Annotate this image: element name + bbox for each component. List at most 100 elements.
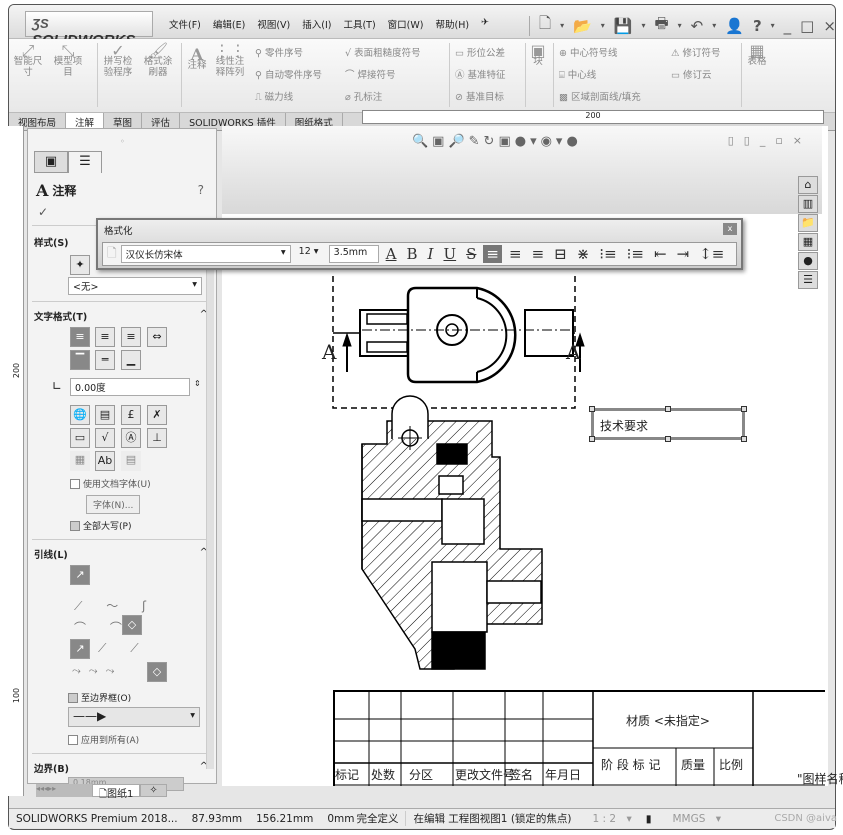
section-label-right[interactable]: A (566, 340, 580, 364)
bom-link-button[interactable]: ▤ (95, 405, 115, 425)
all-caps-checkbox[interactable]: 全部大写(P) (70, 519, 131, 532)
decrease-indent-button[interactable]: ⇤ (651, 245, 670, 263)
close-button[interactable]: × (823, 17, 835, 35)
note-button[interactable]: A 注释 (185, 47, 209, 72)
straight-leader-button[interactable]: ↗ (70, 639, 90, 659)
insert-tolerance-button[interactable]: ▭ (70, 428, 90, 448)
panel-scrollbar[interactable] (206, 269, 214, 769)
strikethrough-button[interactable]: S (463, 245, 479, 263)
use-doc-font-checkbox[interactable]: 使用文档字体(U) (70, 477, 151, 490)
status-editing[interactable]: 在编辑 工程图视图1 (锁定的焦点) (405, 811, 578, 826)
linear-note-pattern-button[interactable]: ⋮⋮ 线性注释阵列 (213, 43, 247, 79)
library-icon[interactable]: ▥ (798, 195, 818, 213)
align-center-button[interactable]: ≡ (95, 327, 115, 347)
revision-cloud-button[interactable]: ▭ 修订云 (671, 67, 712, 81)
underline-button[interactable]: U (440, 245, 459, 263)
pin-icon[interactable]: ✈ (481, 17, 489, 31)
font-button[interactable]: 字体(N)... (86, 495, 141, 514)
font-color-button[interactable]: A (383, 245, 400, 263)
increase-indent-button[interactable]: ⇥ (674, 245, 693, 263)
apply-all-checkbox[interactable]: 应用到所有(A) (68, 733, 139, 746)
surface-finish-button[interactable]: √ 表面粗糙度符号 (345, 45, 421, 59)
datum-target-button[interactable]: ⊘ 基准目标 (455, 89, 504, 103)
leader-option-button[interactable]: ◇ (122, 615, 142, 635)
status-units[interactable]: MMGS ▾ (659, 813, 729, 825)
sheet-nav-buttons[interactable]: ◂◂◂▸▸ (36, 784, 92, 797)
fit-text-button[interactable]: ⊟ (551, 245, 570, 263)
note-textbox[interactable]: 技术要求 (589, 406, 747, 442)
hole-button[interactable]: ▦ (70, 451, 90, 471)
angle-spinner[interactable]: ⇕ (194, 379, 201, 388)
centerline-button[interactable]: ⌸ 中心线 (559, 67, 596, 81)
block-button[interactable]: ▣ 块 (529, 43, 547, 68)
solidworks-logo[interactable]: ƷS SOLIDWORKS (25, 11, 153, 49)
format-painter-button[interactable]: 🖌 格式涂刷器 (141, 43, 175, 79)
menu-help[interactable]: 帮助(H) (435, 17, 469, 31)
resize-handle[interactable] (741, 406, 747, 412)
resize-handle[interactable] (665, 406, 671, 412)
leader-type-row-3[interactable]: ⟋ ⟋ (98, 641, 149, 656)
user-icon[interactable]: 👤 (725, 17, 744, 35)
smart-dimension-button[interactable]: ⤢ 智能尺寸 (13, 43, 43, 79)
to-border-checkbox[interactable]: 至边界框(O) (68, 691, 131, 704)
rebuild-icon[interactable]: ▮ (639, 813, 659, 825)
datum-button[interactable]: Ⓐ (121, 428, 141, 448)
text-height-input[interactable]: 3.5mm (328, 245, 379, 263)
menu-view[interactable]: 视图(V) (257, 17, 290, 31)
align-top-button[interactable]: ▔ (70, 350, 90, 370)
stack-button[interactable]: ⊥ (147, 428, 167, 448)
leader-type-row-1[interactable]: ⟋ 〜 ʃ (74, 597, 156, 614)
property-tab[interactable]: ☰ (68, 151, 102, 173)
leader-auto-button[interactable]: ↗ (70, 565, 90, 585)
help-icon[interactable]: ? (198, 183, 204, 197)
stacked-note-button[interactable]: Ab (95, 451, 115, 471)
print-icon[interactable]: 🖶 (654, 13, 668, 38)
bold-button[interactable]: B (404, 245, 421, 263)
align-middle-button[interactable]: ═ (95, 350, 115, 370)
link-property-button[interactable]: 🌐 (70, 405, 90, 425)
sheet-tab-1[interactable]: 🗋图纸1 (92, 784, 141, 800)
model-items-button[interactable]: ⤡ 模型项目 (51, 43, 85, 79)
section-label-left[interactable]: A (322, 340, 336, 364)
feature-tree-tab[interactable]: ▣ (34, 151, 68, 173)
add-style-button[interactable]: ✦ (70, 255, 90, 275)
line-spacing-button[interactable]: ↕≡ (696, 245, 727, 263)
bullets-button[interactable]: ⁝≡ (596, 245, 619, 263)
font-dropdown[interactable]: 汉仪长仿宋体 ▾ (120, 245, 291, 263)
table-button[interactable]: ▦ 表格 (745, 43, 769, 68)
title-block[interactable]: 材质 <未指定> 标记 处数 分区 更改文件号 签名 年月日 阶 段 标 记 质… (333, 690, 843, 786)
style-dropdown[interactable]: <无> ▾ (68, 277, 202, 295)
align-right-button[interactable]: ≡ (121, 327, 141, 347)
justify-button[interactable]: ⇔ (147, 327, 167, 347)
lock-symbol-button[interactable]: ✗ (147, 405, 167, 425)
menu-insert[interactable]: 插入(I) (302, 17, 331, 31)
menu-tools[interactable]: 工具(T) (343, 17, 375, 31)
font-size-dropdown[interactable]: 12 ▾ (295, 245, 325, 263)
leader-attach-row[interactable]: ⤳⤳⤳ (72, 664, 122, 678)
undo-icon[interactable]: ↶ (691, 17, 704, 35)
drawing-sheet[interactable] (222, 214, 822, 690)
table-text-button[interactable]: ▤ (121, 451, 141, 471)
arrow-style-dropdown[interactable]: ——▶ ▾ (68, 707, 200, 727)
align-left-button[interactable]: ≡ (483, 245, 502, 263)
angle-input[interactable]: 0.00度 (70, 378, 190, 396)
symbol-button[interactable]: £ (121, 405, 141, 425)
align-bottom-button[interactable]: ▁ (121, 350, 141, 370)
surface-finish-button[interactable]: √ (95, 428, 115, 448)
align-left-button[interactable]: ≡ (70, 327, 90, 347)
balloon-button[interactable]: ⚲ 零件序号 (255, 45, 303, 59)
minimize-button[interactable]: _ (784, 17, 792, 35)
spell-check-button[interactable]: ✓ 拼写检验程序 (101, 43, 135, 79)
stack-button[interactable]: ⋇ (574, 245, 593, 263)
help-icon[interactable]: ? (753, 17, 762, 35)
auto-balloon-button[interactable]: ⚲ 自动零件序号 (255, 67, 322, 81)
hole-callout-button[interactable]: ⌀ 孔标注 (345, 89, 382, 103)
menu-edit[interactable]: 编辑(E) (213, 17, 245, 31)
revision-symbol-button[interactable]: ⚠ 修订符号 (671, 45, 721, 59)
resize-handle[interactable] (665, 436, 671, 442)
area-hatch-button[interactable]: ▩ 区域剖面线/填充 (559, 89, 641, 103)
center-mark-button[interactable]: ⊕ 中心符号线 (559, 45, 618, 59)
home-icon[interactable]: ⌂ (798, 176, 818, 194)
view-window-controls[interactable]: ▯▯_▫× (728, 134, 812, 147)
save-icon[interactable]: 💾 (614, 17, 633, 35)
